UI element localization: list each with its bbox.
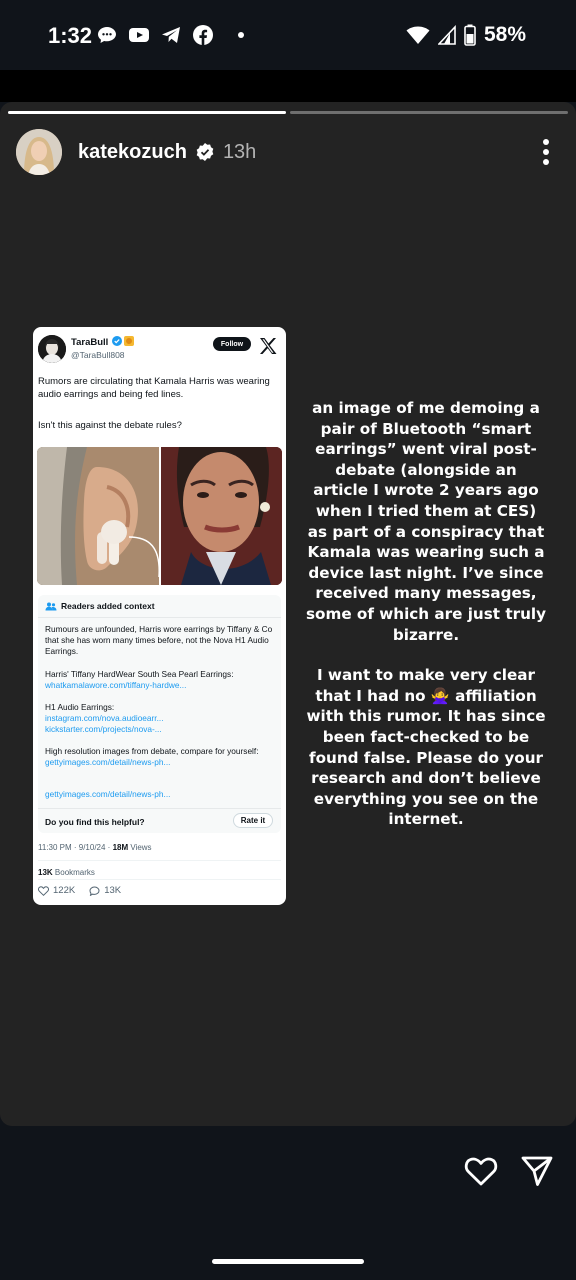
context-paragraph-5: gettyimages.com/detail/news-ph... xyxy=(45,789,275,800)
earring-photo xyxy=(37,447,159,585)
people-icon xyxy=(45,602,57,610)
x-logo-icon xyxy=(260,338,277,354)
context-title: Readers added context xyxy=(61,601,155,611)
tweet-divider-1 xyxy=(38,860,281,861)
context-header: Readers added context xyxy=(45,601,155,611)
story-caption: an image of me demoing a pair of Bluetoo… xyxy=(306,398,546,830)
like-count-group: 122K xyxy=(38,885,75,896)
progress-segment-1 xyxy=(8,111,286,114)
status-bar: 1:32 58% xyxy=(0,0,576,70)
send-message-icon[interactable] xyxy=(520,1155,554,1187)
telegram-icon xyxy=(162,27,180,43)
context-divider-2 xyxy=(38,808,281,809)
notification-icons xyxy=(96,24,244,46)
reply-count: 13K xyxy=(104,885,122,896)
signal-icon xyxy=(437,25,456,45)
story-viewer[interactable]: katekozuch 13h TaraBull @TaraBull808 Fol… xyxy=(0,102,576,1126)
youtube-icon xyxy=(129,28,149,42)
like-heart-icon[interactable] xyxy=(464,1155,498,1187)
context-link-instagram: instagram.com/nova.audioearr... xyxy=(45,713,164,723)
bookmarks-count: 13K xyxy=(38,868,53,877)
reply-icon xyxy=(89,885,100,896)
tweet-actions: 122K 13K xyxy=(38,885,121,896)
context-paragraph-3: H1 Audio Earrings: instagram.com/nova.au… xyxy=(45,702,275,735)
context-label-tiffany: Harris' Tiffany HardWear South Sea Pearl… xyxy=(45,669,234,679)
community-notes: Readers added context Rumours are unfoun… xyxy=(38,595,281,833)
verified-badge-icon xyxy=(196,143,214,161)
reply-count-group: 13K xyxy=(89,885,121,896)
battery-icon xyxy=(464,24,476,46)
like-count: 122K xyxy=(53,885,76,896)
more-notifications-dot xyxy=(238,32,244,38)
tweet-screenshot: TaraBull @TaraBull808 Follow Rumors are … xyxy=(33,327,286,905)
story-header: katekozuch 13h xyxy=(16,126,560,178)
home-indicator[interactable] xyxy=(212,1259,364,1264)
story-username[interactable]: katekozuch xyxy=(78,141,187,164)
context-link-getty-1: gettyimages.com/detail/news-ph... xyxy=(45,757,171,767)
context-label-getty: High resolution images from debate, comp… xyxy=(45,746,259,756)
tweet-avatar xyxy=(38,335,66,363)
rate-it-button: Rate it xyxy=(233,813,273,828)
story-progress xyxy=(8,111,568,114)
verified-icon xyxy=(112,336,122,346)
tweet-badges xyxy=(112,336,134,346)
context-paragraph-2: Harris' Tiffany HardWear South Sea Pearl… xyxy=(45,669,275,691)
gesture-emoji: 🙅‍♀️ xyxy=(430,686,450,705)
tweet-author-name: TaraBull xyxy=(71,337,109,348)
follow-button: Follow xyxy=(213,337,251,351)
views-count: 18M xyxy=(112,843,129,852)
context-paragraph-1: Rumours are unfounded, Harris wore earri… xyxy=(45,624,273,656)
status-right: 58% xyxy=(406,23,526,47)
context-link-tiffany: whatkamalawore.com/tiffany-hardwe... xyxy=(45,680,187,690)
tweet-text-line2: Isn't this against the debate rules? xyxy=(38,420,182,431)
tweet-handle: @TaraBull808 xyxy=(71,350,125,360)
tweet-media xyxy=(37,447,282,585)
tweet-header: TaraBull @TaraBull808 Follow xyxy=(38,335,281,365)
context-link-kickstarter: kickstarter.com/projects/nova-... xyxy=(45,724,162,734)
tweet-meta: 11:30 PM · 9/10/24 · 18M Views xyxy=(38,843,152,852)
tweet-text-line1: Rumors are circulating that Kamala Harri… xyxy=(38,376,270,400)
caption-paragraph-1: an image of me demoing a pair of Bluetoo… xyxy=(306,399,546,644)
wifi-icon xyxy=(406,26,430,44)
views-label: Views xyxy=(128,843,152,852)
tweet-divider-2 xyxy=(38,879,281,880)
heart-icon xyxy=(38,885,49,896)
helpful-question: Do you find this helpful? xyxy=(45,817,145,827)
debate-photo xyxy=(160,447,282,585)
status-time: 1:32 xyxy=(48,23,93,48)
chat-bubble-icon xyxy=(98,27,116,43)
facebook-icon xyxy=(193,25,213,45)
context-divider xyxy=(38,617,281,618)
caption-p2-after: affiliation with this rumor. It has sinc… xyxy=(306,686,546,829)
tweet-timestamp: 11:30 PM · 9/10/24 · xyxy=(38,843,113,852)
status-bar-divider xyxy=(0,70,576,102)
progress-segment-2 xyxy=(290,111,568,114)
emoji-badge-icon xyxy=(124,336,134,346)
caption-paragraph-2: I want to make very clear that I had no … xyxy=(306,665,546,830)
bookmarks-label: Bookmarks xyxy=(52,868,95,877)
battery-percent: 58% xyxy=(483,23,526,46)
more-options-icon[interactable] xyxy=(542,138,550,166)
context-link-getty-2: gettyimages.com/detail/news-ph... xyxy=(45,789,171,799)
story-time-ago: 13h xyxy=(222,140,257,163)
context-label-h1: H1 Audio Earrings: xyxy=(45,702,115,712)
context-paragraph-4: High resolution images from debate, comp… xyxy=(45,746,275,768)
tweet-bookmarks: 13K Bookmarks xyxy=(38,868,95,877)
avatar[interactable] xyxy=(16,129,62,175)
